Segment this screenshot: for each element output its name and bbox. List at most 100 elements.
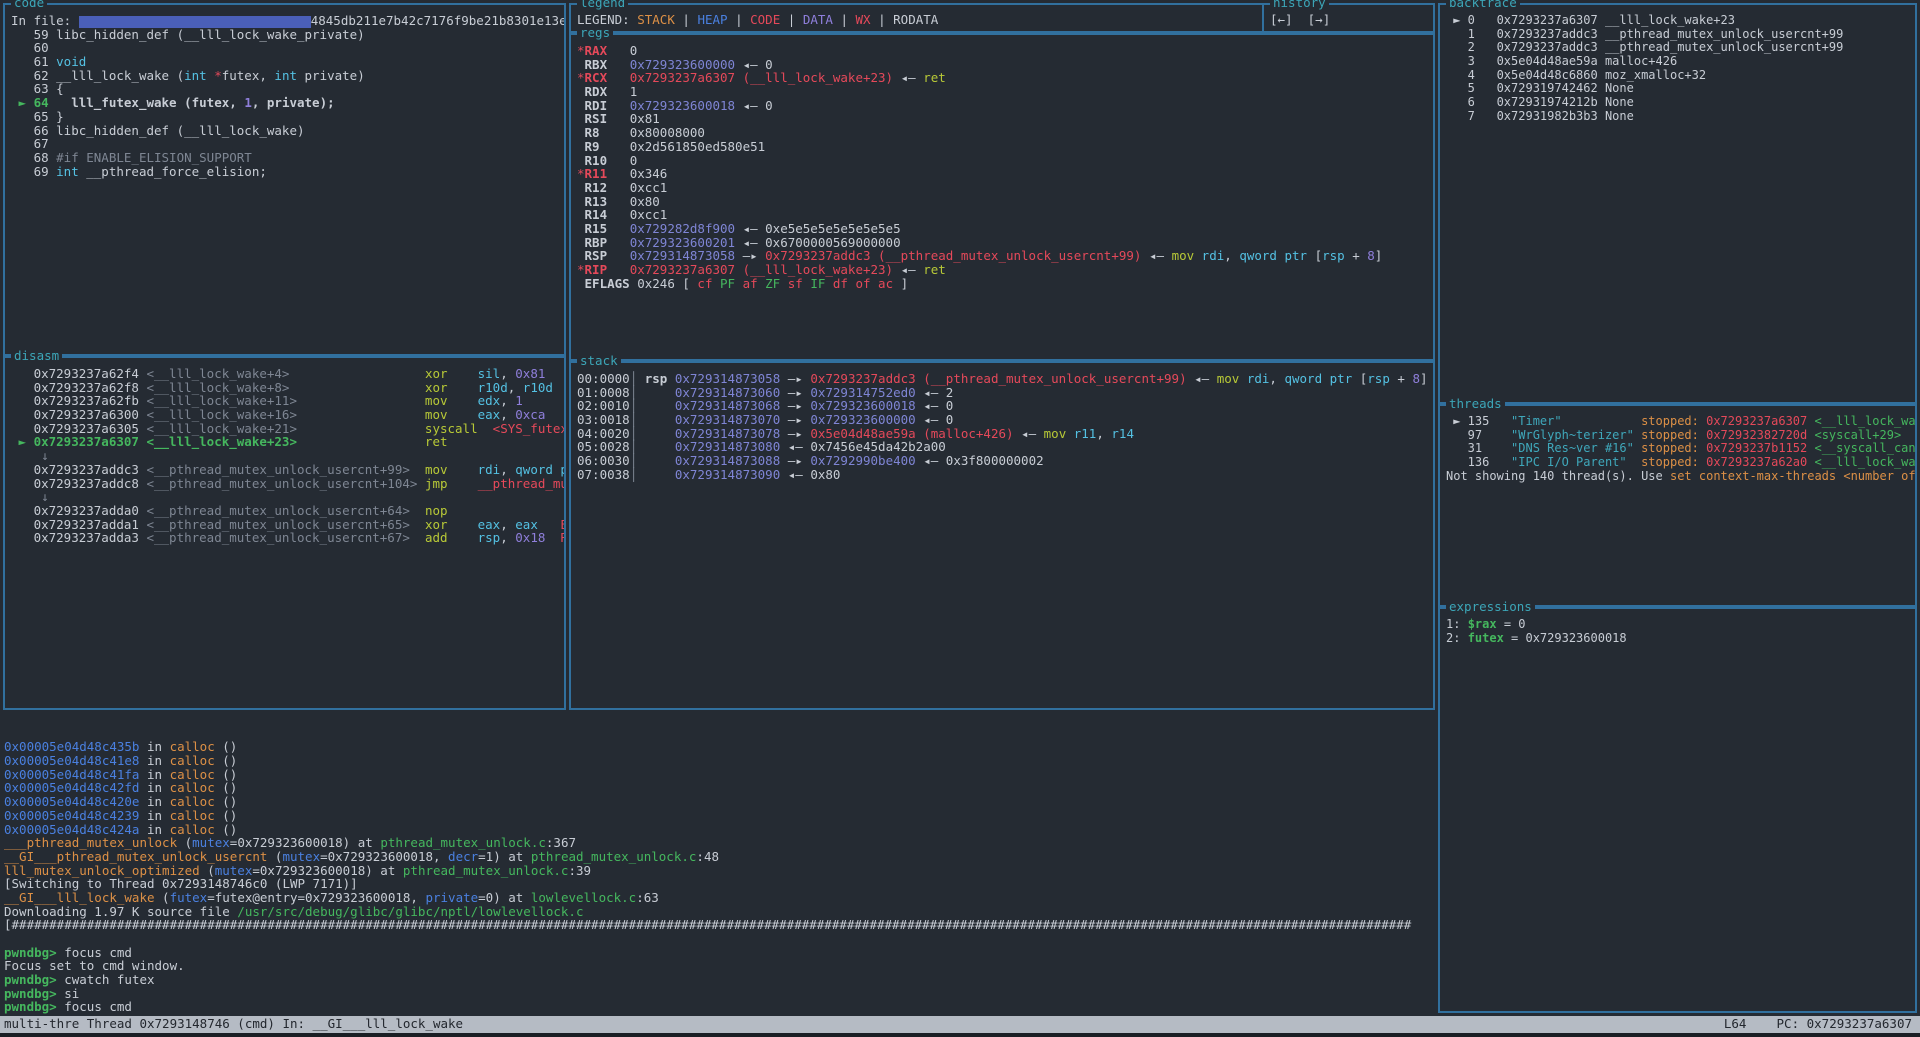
text-segment: stopped:	[1641, 441, 1706, 455]
text-line: 00:0000│ rsp 0x729314873058 —▸ 0x7293237…	[577, 372, 1433, 386]
panel-stack: stack 00:0000│ rsp 0x729314873058 —▸ 0x7…	[569, 361, 1435, 710]
text-segment: rdi	[1247, 371, 1270, 386]
text-segment: stopped:	[1641, 428, 1706, 442]
text-segment: r14	[1111, 426, 1134, 441]
redacted-path-highlight	[79, 16, 311, 28]
text-segment: |	[675, 12, 698, 27]
text-line: 6 0x72931974212b None	[1446, 96, 1915, 110]
text-segment: , private);	[252, 95, 335, 110]
text-segment: rsp	[1322, 248, 1345, 263]
text-line: ► 0x7293237a6307 <__lll_lock_wake+23> re…	[11, 435, 564, 449]
text-segment: +	[1390, 371, 1413, 386]
text-line: 0x00005e04d48c41fa in calloc ()	[4, 768, 1436, 782]
text-line: 60	[11, 41, 564, 55]
text-segment: ► 135	[1446, 414, 1511, 428]
panel-expressions-title: expressions	[1446, 600, 1535, 614]
history-forward-button[interactable]: [→]	[1308, 12, 1331, 27]
text-segment: "Timer"	[1511, 414, 1641, 428]
text-line: pwndbg> si	[4, 987, 1436, 1001]
text-segment: ◂—	[893, 70, 923, 85]
text-segment: = 0	[1497, 617, 1526, 631]
text-line: Focus set to cmd window.	[4, 1014, 1436, 1015]
text-line: 4 0x5e04d48c6860 moz_xmalloc+32	[1446, 69, 1915, 83]
text-segment: int	[184, 68, 207, 83]
text-segment: af	[743, 276, 766, 291]
text-segment: 69	[11, 164, 56, 179]
text-segment: 8	[1412, 371, 1420, 386]
text-segment	[1194, 248, 1202, 263]
text-segment: 1	[244, 95, 252, 110]
text-segment: mov	[1217, 371, 1240, 386]
text-line: Downloading 1.97 K source file /usr/src/…	[4, 905, 1436, 919]
text-line: *RAX 0	[577, 44, 1433, 58]
text-line: __GI___lll_lock_wake (futex=futex@entry=…	[4, 891, 1436, 905]
text-line: 05:0028│ 0x729314873080 ◂— 0x7456e45da42…	[577, 440, 1433, 454]
text-line: [Switching to Thread 0x7293148746c0 (LWP…	[4, 877, 1436, 891]
panel-backtrace-content: ► 0 0x7293237a6307 __lll_lock_wake+23 1 …	[1440, 5, 1915, 402]
text-segment: "IPC I/O Parent"	[1511, 455, 1641, 469]
text-segment: R	[560, 530, 564, 545]
text-segment: <__pthread_mutex_unlock_usercnt+67>	[146, 530, 409, 545]
text-segment: libc_hidden_def (__lll_lock_wake_private…	[56, 27, 365, 42]
text-segment	[645, 467, 675, 482]
text-segment: <syscall+29>	[1814, 428, 1901, 442]
text-segment: "WrGlyph~terizer"	[1511, 428, 1641, 442]
text-segment: 4 0x5e04d48c6860 moz_xmalloc+32	[1446, 68, 1706, 82]
text-segment: jmp	[425, 476, 448, 491]
text-line: R10 0	[577, 154, 1433, 168]
text-line: ↓	[11, 490, 564, 504]
text-line: 0x7293237a62fb <__lll_lock_wake+11> mov …	[11, 394, 564, 408]
text-segment: <__syscall_cance	[1814, 441, 1915, 455]
text-segment: stopped:	[1641, 455, 1706, 469]
text-line: RBP 0x729323600201 ◂— 0x6700000569000000	[577, 236, 1433, 250]
panel-backtrace-title: backtrace	[1446, 0, 1520, 10]
text-line: In file: 4845db211e7b42c7176f9be21b8301e…	[11, 14, 564, 28]
panel-history: history [←] [→]	[1262, 3, 1435, 33]
text-segment: ◂—	[1014, 426, 1044, 441]
text-segment: rsp	[1367, 371, 1390, 386]
text-segment	[297, 434, 425, 449]
text-segment: *	[214, 68, 222, 83]
text-segment: ,	[1224, 248, 1239, 263]
bottom-strip	[0, 1033, 1920, 1037]
text-line: 03:0018│ 0x729314873070 —▸ 0x72932360000…	[577, 413, 1433, 427]
text-segment: mov	[1172, 248, 1195, 263]
text-segment: |	[780, 12, 803, 27]
text-line: RSI 0x81	[577, 112, 1433, 126]
text-line: 67	[11, 137, 564, 151]
text-segment: __lll_lock_wake (	[56, 68, 184, 83]
text-line: R13 0x80	[577, 195, 1433, 209]
text-line: 69 int __pthread_force_elision;	[11, 165, 564, 179]
text-line: 0x7293237adda0 <__pthread_mutex_unlock_u…	[11, 504, 564, 518]
pwndbg-terminal: code In file: 4845db211e7b42c7176f9be21b…	[0, 0, 1920, 1037]
text-line: pwndbg> cwatch futex	[4, 973, 1436, 987]
panel-stack-title: stack	[577, 354, 621, 368]
text-segment: rdi	[1202, 248, 1225, 263]
text-segment: │	[630, 467, 645, 482]
text-segment: 2 0x7293237addc3 __pthread_mutex_unlock_…	[1446, 40, 1843, 54]
text-segment: futex,	[222, 68, 275, 83]
text-segment: of	[855, 276, 878, 291]
text-line: 0x00005e04d48c420e in calloc ()	[4, 795, 1436, 809]
status-gap	[1746, 1016, 1776, 1031]
text-segment: futex	[1468, 631, 1504, 645]
text-line: 01:0008│ 0x729314873060 —▸ 0x729314752ed…	[577, 386, 1433, 400]
text-segment: __pthread_force_elision;	[79, 164, 267, 179]
text-segment: set context-max-threads <number of t	[1670, 469, 1915, 483]
panel-threads-content: ► 135 "Timer" stopped: 0x7293237a6307 <_…	[1440, 406, 1915, 605]
text-segment: ◂— 0	[735, 98, 773, 113]
text-segment	[417, 476, 425, 491]
text-line: 0x00005e04d48c435b in calloc ()	[4, 740, 1436, 754]
text-segment: ret	[923, 70, 946, 85]
panel-code-content: In file: 4845db211e7b42c7176f9be21b8301e…	[5, 5, 564, 354]
text-line: 0x7293237a62f8 <__lll_lock_wake+8> xor r…	[11, 381, 564, 395]
text-segment: lll_futex_wake (futex,	[49, 95, 245, 110]
history-back-button[interactable]: [←]	[1270, 12, 1293, 27]
text-segment: ZF	[765, 276, 788, 291]
panel-expressions: expressions 1: $rax = 02: futex = 0x7293…	[1438, 607, 1917, 1013]
text-segment: stopped:	[1641, 414, 1706, 428]
text-segment: ret	[425, 434, 448, 449]
text-segment: [	[1307, 248, 1322, 263]
text-segment: "DNS Res~ver #16"	[1511, 441, 1641, 455]
text-segment: DATA	[803, 12, 833, 27]
